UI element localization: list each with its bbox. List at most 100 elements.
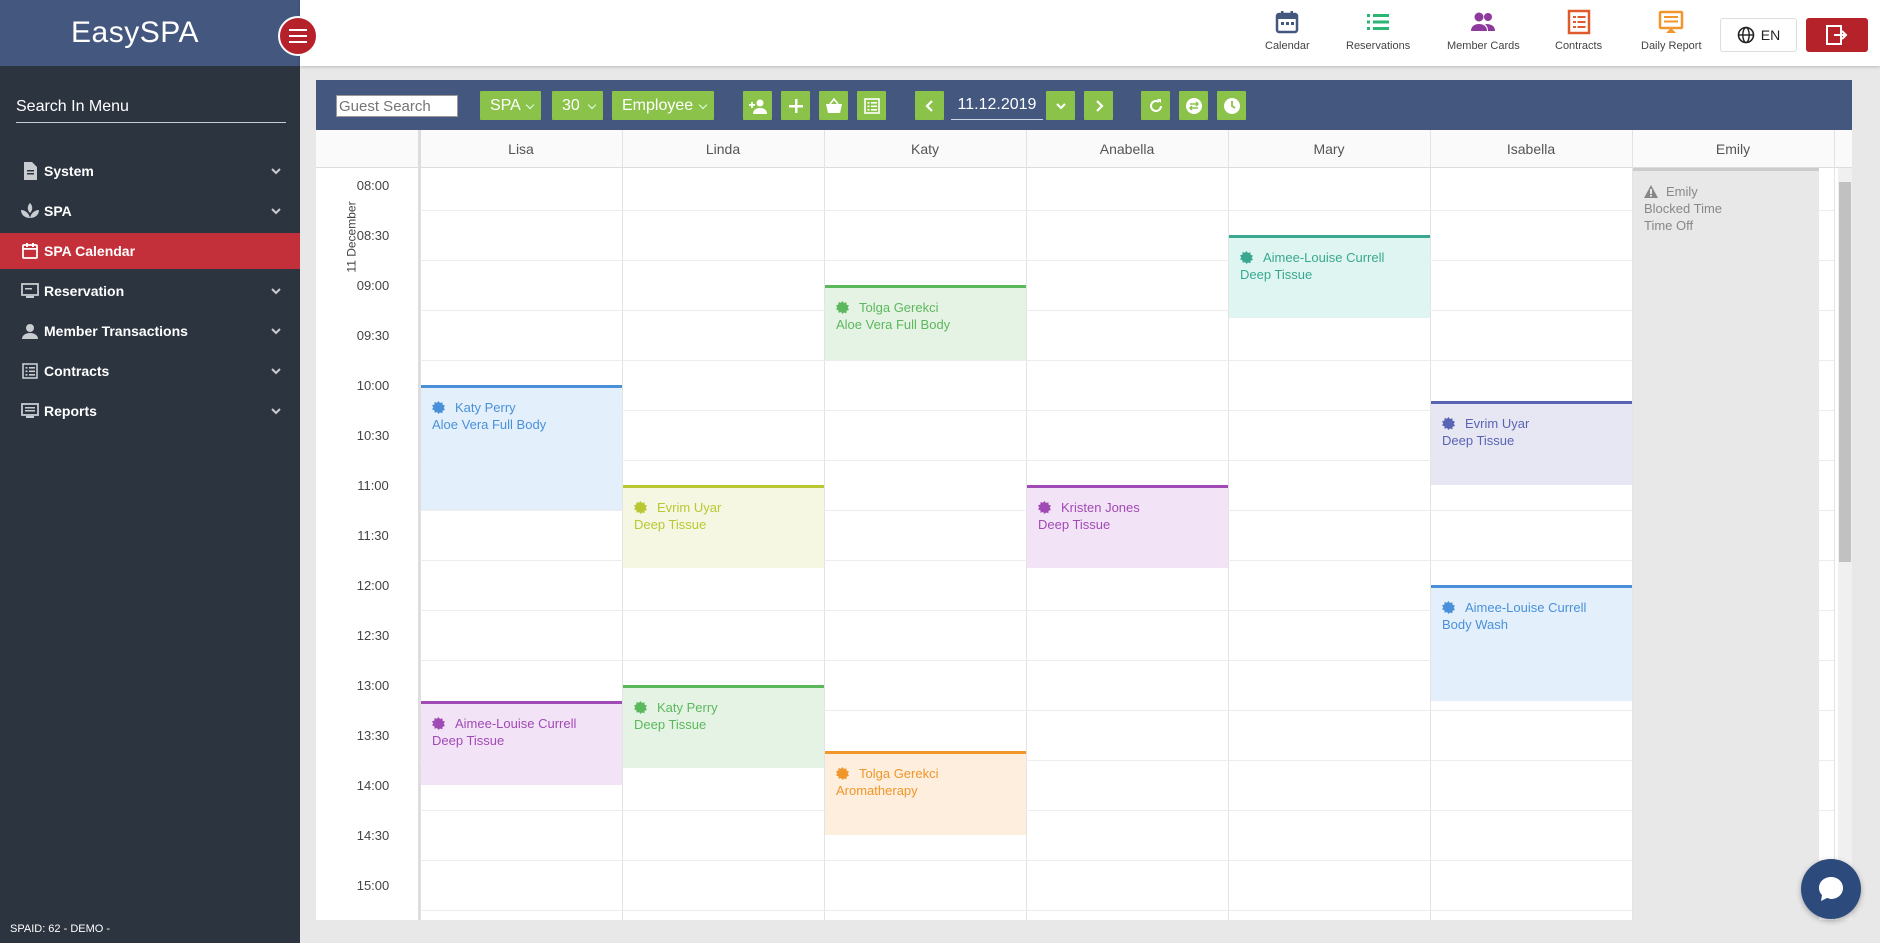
menu-toggle-button[interactable] [278,16,318,56]
appointment-block[interactable]: Tolga Gerekci Aloe Vera Full Body [825,284,1026,360]
time-slot-label: 10:30 [356,427,390,443]
date-picker-button[interactable] [1046,91,1075,120]
top-nav-member-cards[interactable]: Member Cards [1447,8,1520,52]
add-person-icon [748,99,767,114]
sidebar-item-label: System [44,163,94,179]
sidebar-item-spa[interactable]: SPA [0,191,300,231]
appointment-block[interactable]: Evrim Uyar Deep Tissue [1431,401,1632,485]
person-icon [20,321,40,341]
time-button[interactable] [1217,91,1246,120]
appointment-service: Aromatherapy [836,783,918,799]
employee-column-header: Linda [705,141,741,157]
top-nav-daily-report[interactable]: Daily Report [1641,8,1702,52]
time-slot-line [420,359,1834,361]
sidebar-item-member-transactions[interactable]: Member Transactions [0,311,300,351]
appointment-guest-row: Tolga Gerekci [836,765,1026,782]
chat-button[interactable] [1801,859,1861,919]
chevron-right-icon [1095,99,1104,112]
sidebar-item-label: Reservation [44,283,125,299]
time-slot-label: 09:30 [356,327,390,343]
warning-icon [1644,185,1658,198]
plus-icon [788,98,803,113]
appointment-service: Deep Tissue [634,716,707,732]
top-bar: Calendar Reservations Member Cards Contr… [300,0,1880,66]
status-badge-icon [1038,500,1051,514]
appointment-block[interactable]: Aimee-Louise Currell Deep Tissue [1229,234,1430,318]
top-nav-calendar[interactable]: Calendar [1265,8,1310,52]
category-select[interactable]: SPA [480,91,541,120]
top-nav-label: Calendar [1265,40,1310,52]
app-logo: EasySPA [71,16,199,49]
date-display[interactable]: 11.12.2019 [951,91,1043,120]
menu-search-input[interactable]: Search In Menu [16,98,286,123]
add-appointment-button[interactable] [781,91,810,120]
status-badge-icon [836,300,849,314]
appointment-guest-row: Tolga Gerekci [836,299,1026,316]
sidebar-item-contracts[interactable]: Contracts [0,351,300,391]
blocked-reason: Time Off [1644,218,1694,233]
sidebar-item-reservation[interactable]: Reservation [0,271,300,311]
appointment-block[interactable]: Tolga Gerekci Aromatherapy [825,751,1026,835]
spa-icon [20,201,40,221]
chevron-down-icon [271,368,281,375]
list-view-button[interactable] [857,91,886,120]
chevron-down-icon [271,328,281,335]
time-slot-label: 12:30 [356,627,390,643]
calendar-header: Lisa Linda Katy Anabella Mary Isabella Emily [316,130,1852,168]
appointment-guest-row: Katy Perry [432,399,622,416]
list-icon [863,97,880,114]
chevron-down-icon [271,208,281,215]
employee-column-header: Lisa [508,141,534,157]
sidebar-item-system[interactable]: System [0,151,300,191]
scrollbar-thumb[interactable] [1839,182,1851,562]
chat-icon [1819,877,1843,901]
appointment-guest-row: Aimee-Louise Currell [1442,599,1632,616]
globe-icon [1737,26,1755,44]
calendar-icon [1276,11,1299,34]
guest-search-input[interactable] [336,95,458,117]
appointment-block[interactable]: Kristen Jones Deep Tissue [1027,484,1228,568]
calendar-grid: Lisa Linda Katy Anabella Mary Isabella Emily 1… [316,130,1852,920]
appointment-guest: Evrim Uyar [1465,416,1530,432]
sidebar: EasySPA Search In Menu System SPA SPA Ca… [0,0,300,943]
appointment-guest: Katy Perry [455,399,516,415]
interval-select[interactable]: 30 [552,91,603,120]
refresh-button[interactable] [1141,91,1170,120]
status-badge-icon [1442,600,1455,614]
sidebar-item-spa-calendar[interactable]: SPA Calendar [0,233,300,269]
basket-button[interactable] [819,91,848,120]
language-button[interactable]: EN [1720,18,1797,52]
sidebar-nav: System SPA SPA Calendar Reservation Memb… [0,151,300,431]
column-divider [1834,130,1835,920]
status-badge-icon [836,767,849,781]
appointment-block[interactable]: Aimee-Louise Currell Deep Tissue [421,701,622,785]
view-select[interactable]: Employee [612,91,714,120]
sidebar-item-label: SPA Calendar [44,243,136,259]
spa-id-label: SPAID: 62 - DEMO - [10,923,111,935]
blocked-time-block[interactable]: Emily Blocked Time Time Off [1633,168,1819,920]
status-badge-icon [1442,417,1455,431]
appointment-guest-row: Aimee-Louise Currell [1240,249,1430,266]
top-nav-reservations[interactable]: Reservations [1346,8,1410,52]
previous-day-button[interactable] [915,91,944,120]
time-slot-label: 13:30 [356,727,390,743]
sidebar-item-reports[interactable]: Reports [0,391,300,431]
people-icon [1471,12,1496,31]
status-badge-icon [1240,250,1253,264]
appointment-block[interactable]: Aimee-Louise Currell Body Wash [1431,584,1632,702]
hamburger-icon [289,29,307,43]
appointment-service: Deep Tissue [634,516,707,532]
list-icon [20,361,40,381]
report-icon [20,401,40,421]
logout-button[interactable] [1806,18,1868,52]
chevron-down-icon [1055,102,1066,109]
add-guest-button[interactable] [743,91,772,120]
swap-button[interactable] [1179,91,1208,120]
top-nav-contracts[interactable]: Contracts [1555,8,1602,52]
appointment-block[interactable]: Evrim Uyar Deep Tissue [623,484,824,568]
next-day-button[interactable] [1084,91,1113,120]
appointment-guest: Tolga Gerekci [859,299,939,315]
appointment-block[interactable]: Katy Perry Aloe Vera Full Body [421,384,622,510]
time-slot-label: 12:00 [356,577,390,593]
appointment-block[interactable]: Katy Perry Deep Tissue [623,684,824,768]
